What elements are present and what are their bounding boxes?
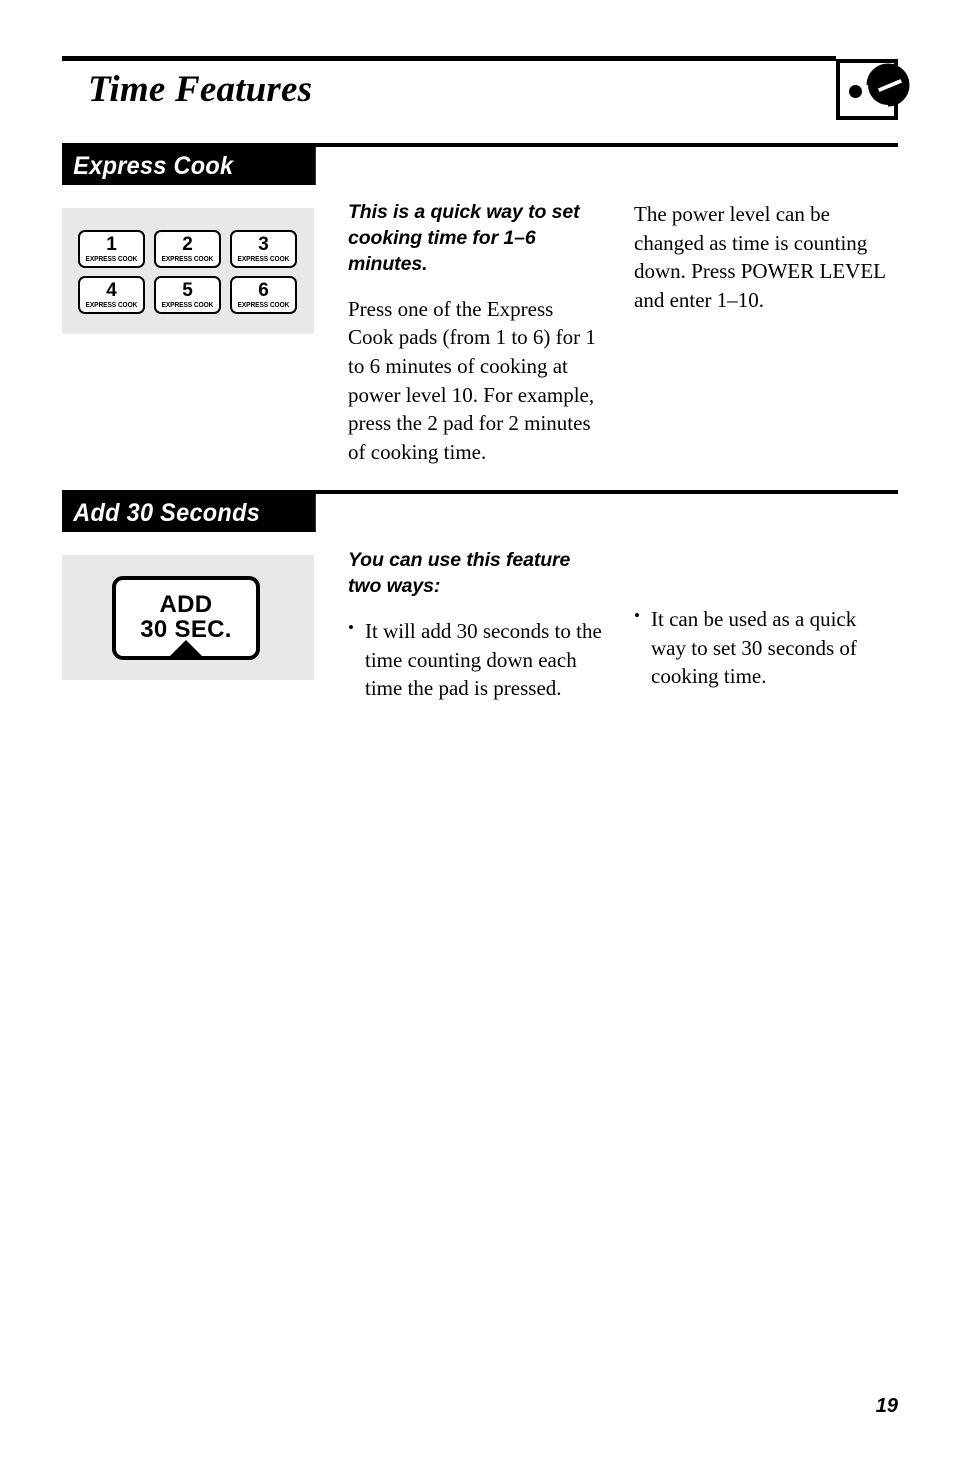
add-30-seconds-right-column: It can be used as a quick way to set 30 … (634, 604, 888, 691)
express-cook-keypad-illustration: 1 EXPRESS COOK 2 EXPRESS COOK 3 EXPRESS … (62, 208, 314, 334)
microwave-dial-icon (836, 59, 910, 120)
key-number: 3 (258, 234, 269, 256)
add-30-seconds-pad-illustration: ADD 30 SEC. (62, 555, 314, 680)
header-top-rule (62, 56, 836, 61)
add-30-seconds-middle-column: You can use this feature two ways: It wi… (348, 548, 602, 703)
express-cook-power-level-text: The power level can be changed as time i… (634, 202, 886, 312)
express-cook-middle-column: This is a quick way to set cooking time … (348, 200, 602, 467)
express-cook-key-6[interactable]: 6 EXPRESS COOK (230, 276, 297, 314)
key-label: EXPRESS COOK (85, 254, 138, 264)
key-label: EXPRESS COOK (161, 300, 214, 310)
add-30-seconds-bullet-2: It can be used as a quick way to set 30 … (634, 604, 888, 691)
page-title: Time Features (88, 69, 313, 110)
key-number: 5 (182, 280, 193, 302)
section-heading-add-30-seconds: Add 30 Seconds (62, 494, 316, 532)
section-heading-express-cook: Express Cook (62, 147, 316, 185)
key-label: EXPRESS COOK (237, 254, 290, 264)
key-number: 6 (258, 280, 269, 302)
key-number: 4 (106, 280, 117, 302)
express-cook-lead-text: This is a quick way to set cooking time … (348, 201, 580, 275)
key-number: 1 (106, 234, 117, 256)
express-cook-key-5[interactable]: 5 EXPRESS COOK (154, 276, 221, 314)
add-30-sec-line-1: ADD (159, 591, 213, 619)
express-cook-key-2[interactable]: 2 EXPRESS COOK (154, 230, 221, 268)
dial-knob-icon (866, 63, 910, 107)
express-cook-right-column: The power level can be changed as time i… (634, 200, 888, 315)
key-number: 2 (182, 234, 193, 256)
page-number: 19 (875, 1395, 898, 1417)
express-cook-body-text: Press one of the Express Cook pads (from… (348, 296, 596, 465)
express-cook-key-4[interactable]: 4 EXPRESS COOK (78, 276, 145, 314)
key-label: EXPRESS COOK (85, 300, 138, 310)
up-triangle-icon (169, 640, 203, 657)
express-cook-key-1[interactable]: 1 EXPRESS COOK (78, 230, 145, 268)
add-30-sec-button[interactable]: ADD 30 SEC. (112, 576, 260, 660)
add-30-seconds-lead-text: You can use this feature two ways: (348, 549, 571, 597)
express-cook-key-3[interactable]: 3 EXPRESS COOK (230, 230, 297, 268)
keypad-grid: 1 EXPRESS COOK 2 EXPRESS COOK 3 EXPRESS … (78, 230, 298, 314)
add-30-seconds-bullet-1: It will add 30 seconds to the time count… (348, 616, 602, 703)
key-label: EXPRESS COOK (161, 254, 214, 264)
key-label: EXPRESS COOK (237, 300, 290, 310)
